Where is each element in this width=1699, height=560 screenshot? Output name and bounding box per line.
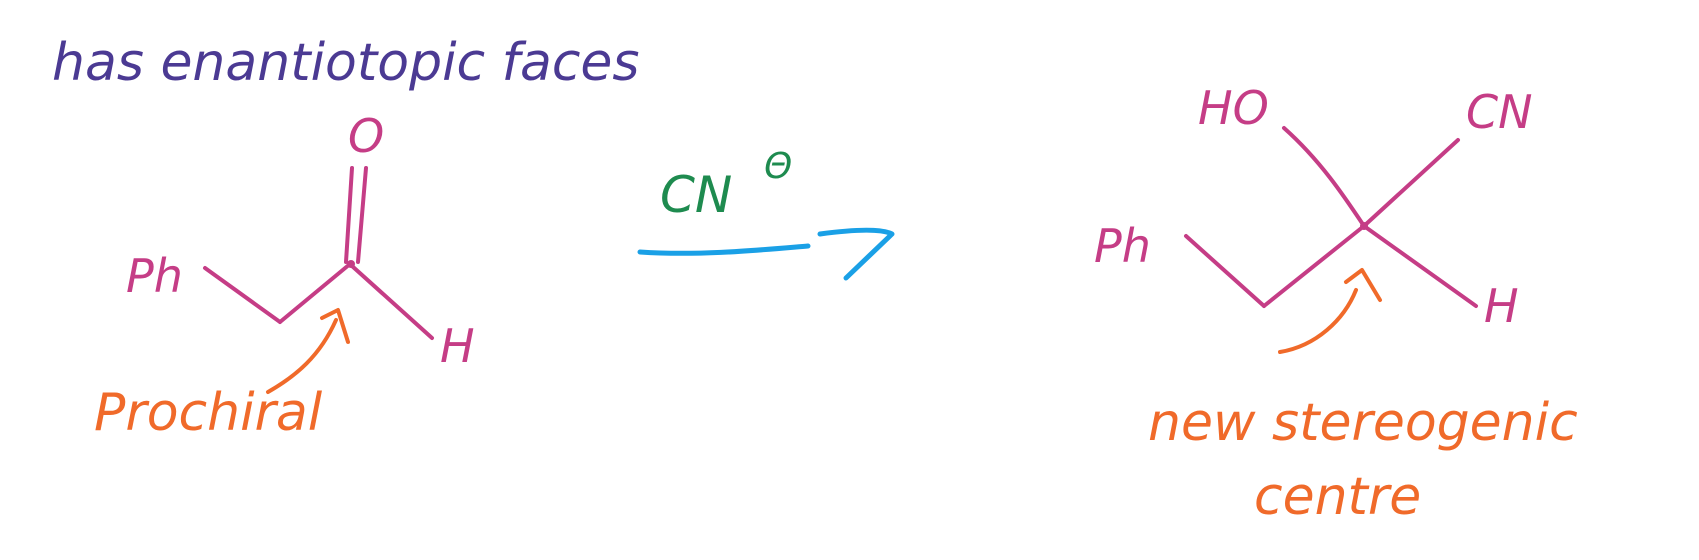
reaction-diagram: has enantiotopic faces O Ph H Prochiral …: [52, 33, 1578, 527]
phenyl-to-ch2-bond: [203, 266, 282, 324]
stereogenic-annotation-line1: new stereogenic: [1148, 393, 1578, 453]
phenyl-label-right: Ph: [1094, 219, 1151, 273]
stereogenic-annotation-line2: centre: [1254, 467, 1421, 527]
reagent-group: CN Θ: [637, 146, 895, 281]
cyanide-label: CN: [660, 166, 732, 224]
cyanide-charge: Θ: [764, 146, 792, 187]
starting-material: O Ph H: [126, 109, 475, 373]
half-arrow-icon: [637, 243, 811, 256]
phenyl-label-left: Ph: [126, 249, 183, 303]
carbonyl-double-bond: [344, 166, 354, 264]
stereocentre-dot: [1360, 222, 1368, 230]
ph-to-ch2-bond: [1184, 234, 1266, 308]
aldehyde-h-label: H: [440, 319, 475, 373]
center-to-h-bond: [1362, 224, 1478, 308]
hydroxyl-label: HO: [1198, 81, 1269, 135]
ch2-to-center-bond: [1262, 224, 1366, 308]
prochiral-annotation: Prochiral: [94, 383, 323, 443]
product: HO CN Ph H: [1094, 81, 1533, 333]
heading-text: has enantiotopic faces: [52, 33, 640, 93]
carbonyl-oxygen-label: O: [348, 109, 384, 163]
ho-to-center-bond: [1282, 126, 1366, 228]
carbonyl-to-h-bond: [350, 264, 434, 340]
center-to-cn-bond: [1362, 138, 1460, 228]
product-h-label: H: [1484, 279, 1519, 333]
half-arrow-head: [817, 227, 895, 281]
carbonyl-carbon-dot: [347, 260, 355, 268]
nitrile-label: CN: [1466, 85, 1533, 139]
carbonyl-double-bond-second: [356, 166, 368, 264]
